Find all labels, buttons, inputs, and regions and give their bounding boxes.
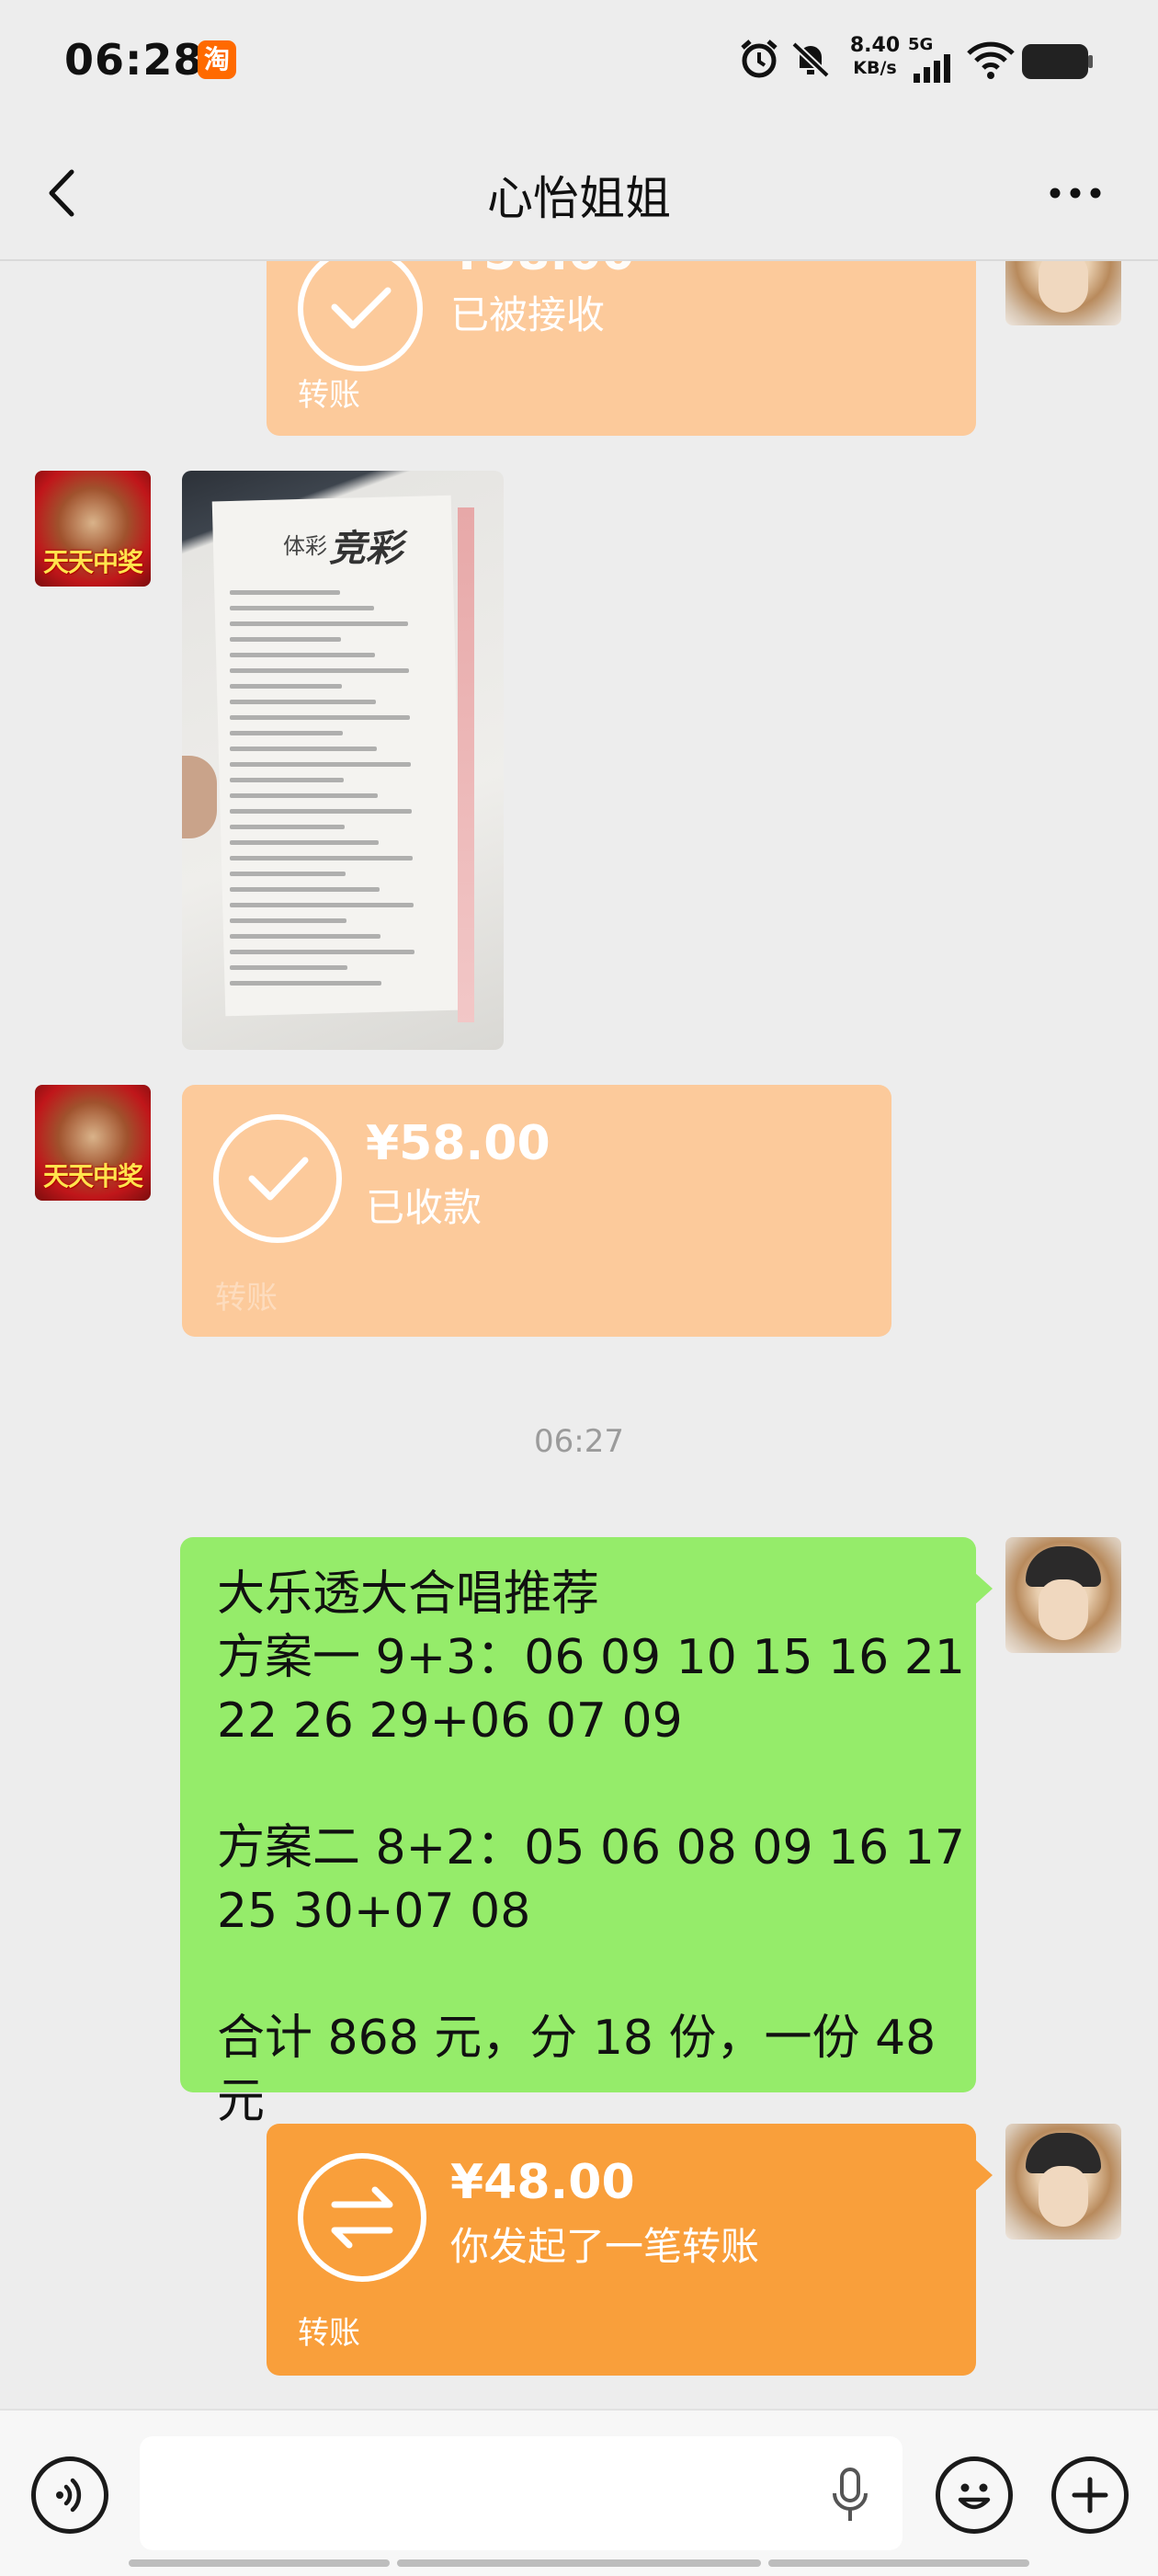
gesture-bar-segment [129,2559,390,2567]
peer-avatar[interactable]: 天天中奖 [35,471,151,587]
text-line: 合计 868 元，分 18 份，一份 48 元 [217,2011,937,2129]
message-list[interactable]: ¥58.00 已被接收 转账 天天中奖 体彩 竞彩 天天中奖 ¥58.00 已收… [0,261,1158,2409]
transfer-footer: 转账 [298,377,360,414]
gesture-bar-segment [768,2559,1029,2567]
more-functions-button[interactable] [1051,2456,1129,2534]
receipt-text-line [230,700,376,704]
receipt-edge [458,507,474,1022]
network-speed: 8.40 KB/s [842,35,908,79]
gesture-bar-segment [397,2559,761,2567]
avatar-face [1039,2166,1088,2227]
network-type-label: 5G [908,35,934,54]
battery-icon [1022,44,1093,79]
peer-avatar[interactable]: 天天中奖 [35,1085,151,1201]
receipt-text-line [230,887,380,892]
receipt-text-line [230,918,346,923]
text-line [217,1753,971,1817]
receipt-text-line [230,872,346,876]
wifi-icon [967,41,1015,79]
transfer-status: 已收款 [366,1185,482,1230]
text-line: 大乐透大合唱推荐 [217,1567,600,1622]
emoji-icon [958,2483,991,2510]
check-circle-icon [298,261,423,371]
network-speed-unit: KB/s [853,58,897,78]
receipt-header: 体彩 [283,533,327,559]
receipt-text-line [230,793,378,798]
microphone-icon[interactable] [827,2464,873,2528]
self-avatar[interactable] [1005,261,1121,325]
signal-icon [914,54,950,83]
transfer-footer: 转账 [298,2315,360,2352]
bubble-tail [974,2159,993,2192]
message-input[interactable] [140,2436,903,2550]
receipt-text-line [230,731,343,735]
receipt-text-line [230,778,344,782]
transfer-amount: ¥48.00 [450,2155,635,2210]
receipt-title: 竞彩 [329,528,403,570]
taobao-notification-icon: 淘 [198,40,236,79]
receipt-text-line [230,903,414,907]
chat-title: 心怡姐姐 [487,172,671,225]
voice-mode-icon [56,2478,82,2513]
check-circle-icon [213,1114,342,1243]
receipt-text-line [230,762,411,767]
status-bar-time: 06:28 [64,35,204,85]
bubble-tail [974,1572,993,1605]
more-options-button[interactable] [1043,170,1107,216]
receipt-text-line [230,606,374,610]
plus-icon [1072,2477,1108,2513]
receipt-text-line [230,668,409,673]
network-speed-value: 8.40 [849,34,901,57]
receipt-text-line [230,684,342,689]
transfer-footer: 转账 [215,1280,278,1316]
text-line [217,1943,971,2007]
text-line: 25 30+07 08 [217,1884,531,1939]
avatar-face [1039,261,1088,313]
text-line: 22 26 29+06 07 09 [217,1693,683,1749]
mute-bell-icon [791,41,830,78]
text-line: 方案二 8+2：05 06 08 09 16 17 [217,1820,965,1875]
text-line: 方案一 9+3：06 09 10 15 16 21 [217,1630,965,1685]
receipt-text-line [230,637,341,642]
receipt-text-line [230,715,410,720]
peer-avatar-caption: 天天中奖 [42,1161,143,1191]
lottery-receipt-image[interactable]: 体彩 竞彩 [182,471,504,1050]
text-message-content: 大乐透大合唱推荐 方案一 9+3：06 09 10 15 16 21 22 26… [217,1563,971,2134]
receipt-text-line [230,981,381,986]
receipt-text-line [230,621,408,626]
peer-avatar-caption: 天天中奖 [42,547,143,577]
receipt-text-line [230,934,380,939]
receipt-text-line [230,747,377,751]
transfer-amount: ¥58.00 [366,1116,551,1171]
transfer-status: 你发起了一笔转账 [450,2224,760,2269]
receipt-thumb [182,756,217,838]
transfer-status: 已被接收 [450,292,606,337]
self-avatar[interactable] [1005,1537,1121,1653]
back-button[interactable] [37,161,92,225]
self-avatar[interactable] [1005,2124,1121,2240]
alarm-icon [741,40,778,78]
avatar-face [1039,1579,1088,1640]
receipt-text-line [230,653,375,657]
receipt-text-line [230,809,412,814]
transfer-arrows-icon [298,2153,426,2282]
receipt-text-line [230,856,413,861]
receipt-text-line [230,825,345,829]
receipt-text-line [230,590,340,595]
emoji-button[interactable] [936,2456,1013,2534]
voice-mode-button[interactable] [31,2456,108,2534]
message-timestamp: 06:27 [534,1423,624,1460]
transfer-amount: ¥58.00 [450,261,635,281]
receipt-text-line [230,840,379,845]
receipt-text-line [230,965,347,970]
receipt-text-line [230,950,414,954]
